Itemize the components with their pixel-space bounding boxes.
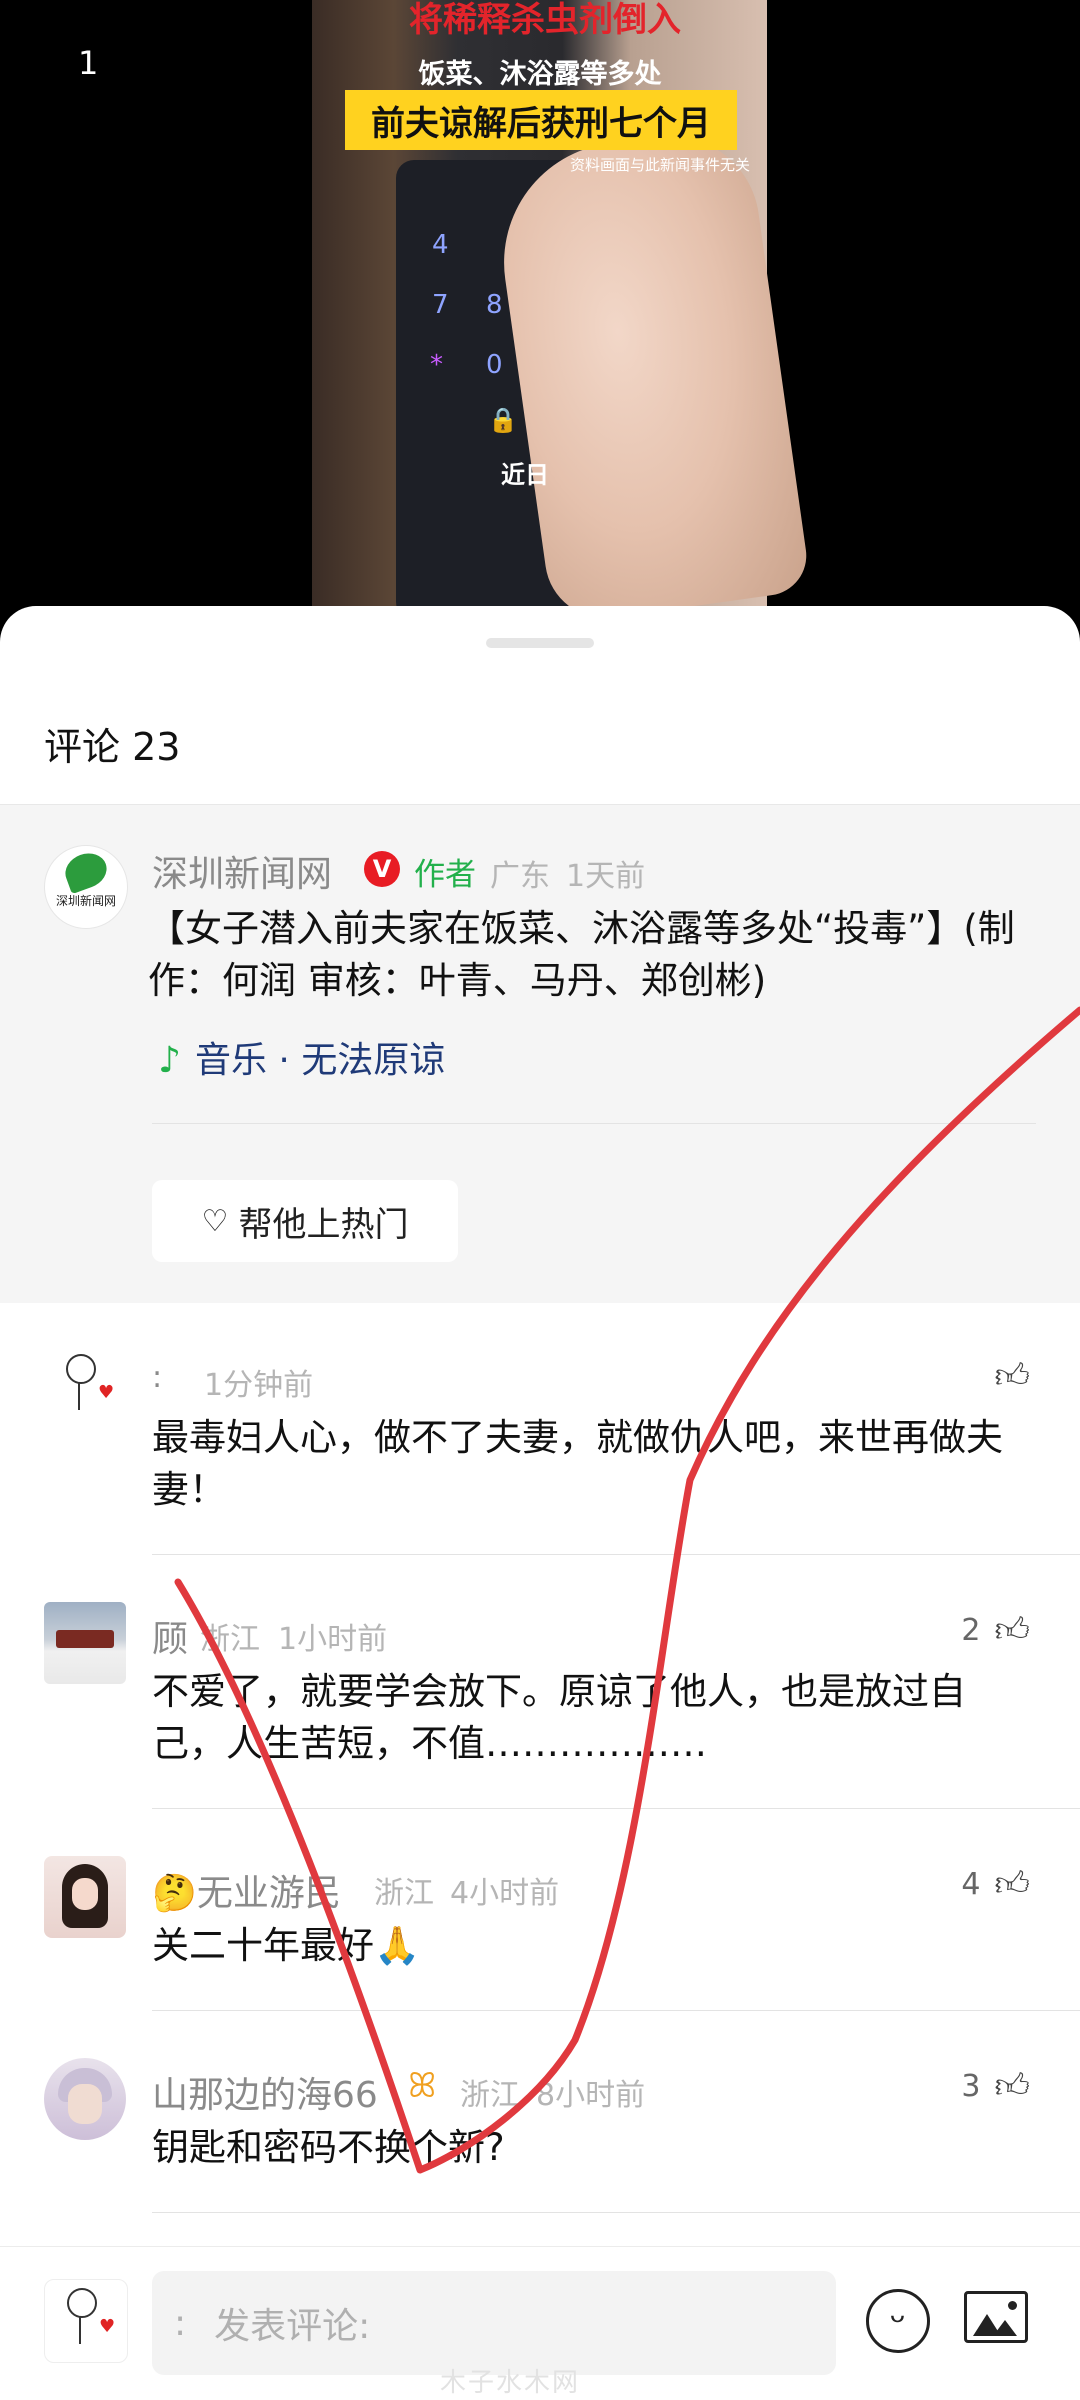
divider: [152, 1554, 1080, 1555]
author-name[interactable]: 深圳新闻网: [152, 845, 332, 897]
emoji-icon[interactable]: ᵕ: [866, 2289, 930, 2353]
thumbs-up-icon: 👍︎: [994, 1610, 1030, 1650]
comment-time: 1分钟前: [204, 1368, 314, 1403]
keypad-key: 0: [486, 350, 503, 380]
comment-time: 8小时前: [536, 2078, 646, 2113]
heart-outline-icon: ♡: [201, 1203, 229, 1239]
like-button[interactable]: 4 👍︎: [961, 1864, 1030, 1905]
comment-username[interactable]: 山那边的海66: [152, 2066, 378, 2118]
video-caption: 近日: [501, 461, 549, 489]
comment-username[interactable]: :: [152, 1360, 162, 1395]
comment-location: 浙江: [374, 1876, 434, 1911]
music-link[interactable]: ♪ 音乐 · 无法原谅: [158, 1031, 445, 1083]
keypad-key: *: [430, 350, 443, 380]
comment-username[interactable]: 🤔无业游民: [152, 1864, 341, 1916]
author-tag: 作者: [414, 857, 476, 893]
author-comment-text: 【女子潜入前夫家在饭菜、沐浴露等多处“投毒”】(制作：何润 审核：叶青、马丹、郑…: [148, 907, 1015, 1002]
video-player[interactable]: 4 7 8 9 * 0 # 🔒 将稀释杀虫剂倒入 饭菜、沐浴露等多处 前夫谅解后…: [0, 0, 1080, 620]
thumbs-up-icon: 👍︎: [994, 1356, 1030, 1396]
thumbs-up-icon: 👍︎: [994, 1864, 1030, 1904]
user-avatar[interactable]: [44, 2058, 126, 2140]
keypad-key: 7: [432, 290, 449, 320]
music-label: 音乐 · 无法原谅: [194, 1040, 446, 1081]
keypad-key: 8: [486, 290, 503, 320]
user-avatar[interactable]: ♥: [44, 1346, 126, 1428]
promote-button[interactable]: ♡ 帮他上热门: [152, 1180, 458, 1262]
like-count: 3: [961, 2069, 981, 2104]
like-button[interactable]: 3 👍︎: [961, 2066, 1030, 2107]
divider: [152, 2010, 1080, 2011]
divider: [152, 1123, 1036, 1124]
comment-location: 浙江: [200, 1622, 260, 1657]
keypad-key: 4: [432, 230, 449, 260]
promote-button-label: 帮他上热门: [238, 1204, 409, 1245]
my-avatar[interactable]: ♥: [44, 2279, 128, 2363]
music-note-icon: ♪: [158, 1040, 181, 1081]
author-comment: 深圳新闻网 深圳新闻网 V 作者 广东 1天前 【女子潜入前夫家在饭菜、沐浴露等…: [0, 804, 1080, 1303]
like-count: 2: [961, 1613, 981, 1648]
like-count: 4: [961, 1867, 981, 1902]
comment-text: 关二十年最好🙏: [152, 1924, 421, 1967]
image-icon[interactable]: [964, 2291, 1028, 2343]
author-location: 广东: [490, 859, 550, 894]
author-avatar[interactable]: 深圳新闻网: [44, 845, 128, 929]
divider: [152, 2212, 1080, 2213]
comment-text: 不爱了，就要学会放下。原谅了他人，也是放过自己，人生苦短，不值………………: [152, 1670, 966, 1765]
comment-username[interactable]: 顾: [152, 1610, 188, 1662]
comments-sheet: 评论 23 深圳新闻网 深圳新闻网 V 作者 广东 1天前 【女子潜入前夫家在饭…: [0, 606, 1080, 2399]
verified-badge-icon: V: [364, 851, 400, 887]
status-bar-time: 1: [78, 44, 99, 82]
video-headline: 前夫谅解后获刑七个月: [345, 90, 737, 150]
divider: [152, 1808, 1080, 1809]
video-headline-top: 将稀释杀虫剂倒入: [409, 0, 681, 40]
comment-text: 最毒妇人心，做不了夫妻，就做仇人吧，来世再做夫妻！: [152, 1416, 1003, 1511]
like-button[interactable]: 2 👍︎: [961, 1610, 1030, 1651]
video-disclaimer: 资料画面与此新闻事件无关: [570, 156, 751, 174]
user-avatar[interactable]: [44, 1856, 126, 1938]
butterfly-badge-icon: ꕤ: [408, 2066, 437, 2106]
user-avatar[interactable]: [44, 1602, 126, 1684]
sheet-drag-handle[interactable]: [486, 638, 594, 648]
input-prefix: :: [174, 2302, 187, 2344]
input-placeholder: 发表评论:: [214, 2306, 371, 2347]
thumbs-up-icon: 👍︎: [994, 2066, 1030, 2106]
comment-time: 4小时前: [450, 1876, 560, 1911]
comment-input[interactable]: : 发表评论:: [152, 2271, 836, 2375]
watermark: 木子水木网: [440, 2368, 581, 2398]
comments-title: 评论 23: [44, 725, 181, 769]
comment-time: 1小时前: [278, 1622, 388, 1657]
lock-icon: 🔒: [488, 406, 518, 434]
news-logo-icon: [60, 847, 112, 895]
comment-text: 钥匙和密码不换个新?: [152, 2126, 505, 2169]
author-time: 1天前: [566, 859, 646, 894]
avatar-logo-text: 深圳新闻网: [55, 894, 116, 908]
video-headline-mid: 饭菜、沐浴露等多处: [418, 59, 662, 90]
comment-location: 浙江: [460, 2078, 520, 2113]
like-button[interactable]: 👍︎: [980, 1356, 1030, 1397]
